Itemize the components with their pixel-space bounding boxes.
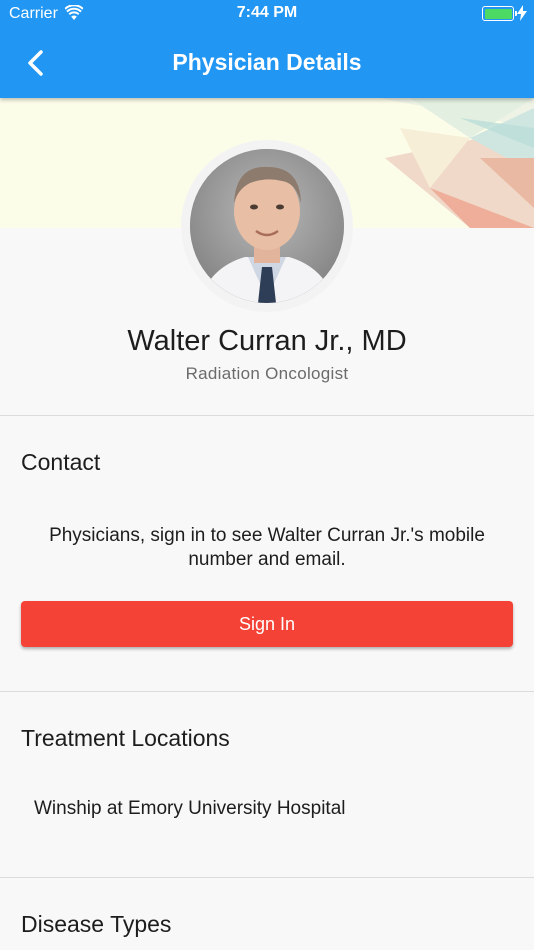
charging-bolt-icon	[517, 5, 527, 21]
contact-heading: Contact	[21, 449, 101, 475]
sign-in-button[interactable]: Sign In	[21, 601, 513, 647]
battery-icon	[482, 6, 517, 21]
divider	[0, 877, 534, 878]
divider	[0, 691, 534, 692]
disease-types-heading: Disease Types	[21, 911, 172, 937]
physician-name: Walter Curran Jr., MD	[127, 325, 407, 357]
app-bar: Carrier 7:44 PM Physician Details	[0, 0, 534, 98]
physician-avatar	[190, 149, 344, 303]
location-item: Winship at Emory University Hospital	[34, 798, 346, 819]
status-time: 7:44 PM	[236, 4, 298, 21]
contact-message: Physicians, sign in to see Walter Curran…	[49, 525, 485, 570]
page-title: Physician Details	[172, 49, 362, 75]
sign-in-label: Sign In	[238, 613, 296, 634]
physician-specialty: Radiation Oncologist	[185, 364, 349, 383]
divider	[0, 415, 534, 416]
treatment-locations-heading: Treatment Locations	[21, 725, 230, 751]
status-bar: Carrier 7:44 PM	[0, 0, 534, 28]
